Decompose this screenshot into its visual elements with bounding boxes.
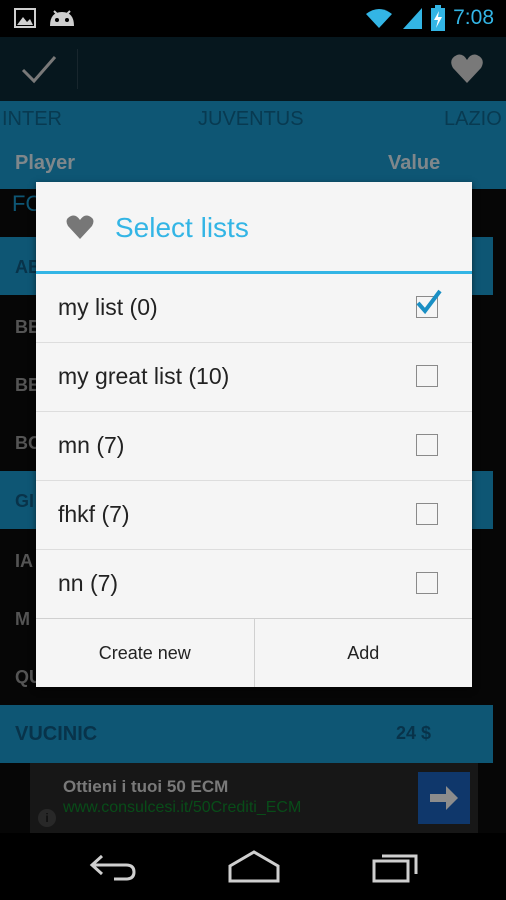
list-item-label: mn (7) <box>58 432 125 458</box>
home-icon[interactable] <box>226 848 282 884</box>
clock: 7:08 <box>453 6 494 29</box>
battery-charging-icon <box>431 5 446 31</box>
list-checkbox[interactable] <box>416 365 438 387</box>
list-item-label: my great list (10) <box>58 363 230 389</box>
wifi-icon <box>366 9 393 28</box>
list-checkbox[interactable] <box>416 572 438 594</box>
back-icon[interactable] <box>88 848 138 884</box>
list-item-label: fhkf (7) <box>58 501 130 527</box>
image-icon <box>14 8 36 28</box>
create-new-button[interactable]: Create new <box>36 619 254 687</box>
status-bar: 7:08 <box>0 0 506 37</box>
list-item[interactable]: mn (7) <box>36 412 472 481</box>
list-item-label: my list (0) <box>58 294 158 320</box>
list-checkbox[interactable] <box>416 503 438 525</box>
list-item[interactable]: fhkf (7) <box>36 481 472 550</box>
recent-apps-icon[interactable] <box>370 848 422 884</box>
add-button[interactable]: Add <box>253 619 472 687</box>
dialog-header: Select lists <box>36 182 472 274</box>
signal-icon <box>403 8 423 29</box>
heart-icon <box>66 215 94 239</box>
dialog-title: Select lists <box>115 212 249 243</box>
select-lists-dialog: Select lists my list (0) my great list (… <box>36 182 472 687</box>
navigation-bar <box>0 833 506 900</box>
list-item-label: nn (7) <box>58 570 119 596</box>
list-item[interactable]: my great list (10) <box>36 343 472 412</box>
list-checkbox[interactable] <box>416 434 438 456</box>
dialog-buttons: Create new Add <box>36 618 472 687</box>
checkmark-icon <box>416 289 442 315</box>
lists-list: my list (0) my great list (10) mn (7) fh… <box>36 274 472 619</box>
android-icon <box>50 10 74 26</box>
list-item[interactable]: my list (0) <box>36 274 472 343</box>
list-item[interactable]: nn (7) <box>36 550 472 619</box>
